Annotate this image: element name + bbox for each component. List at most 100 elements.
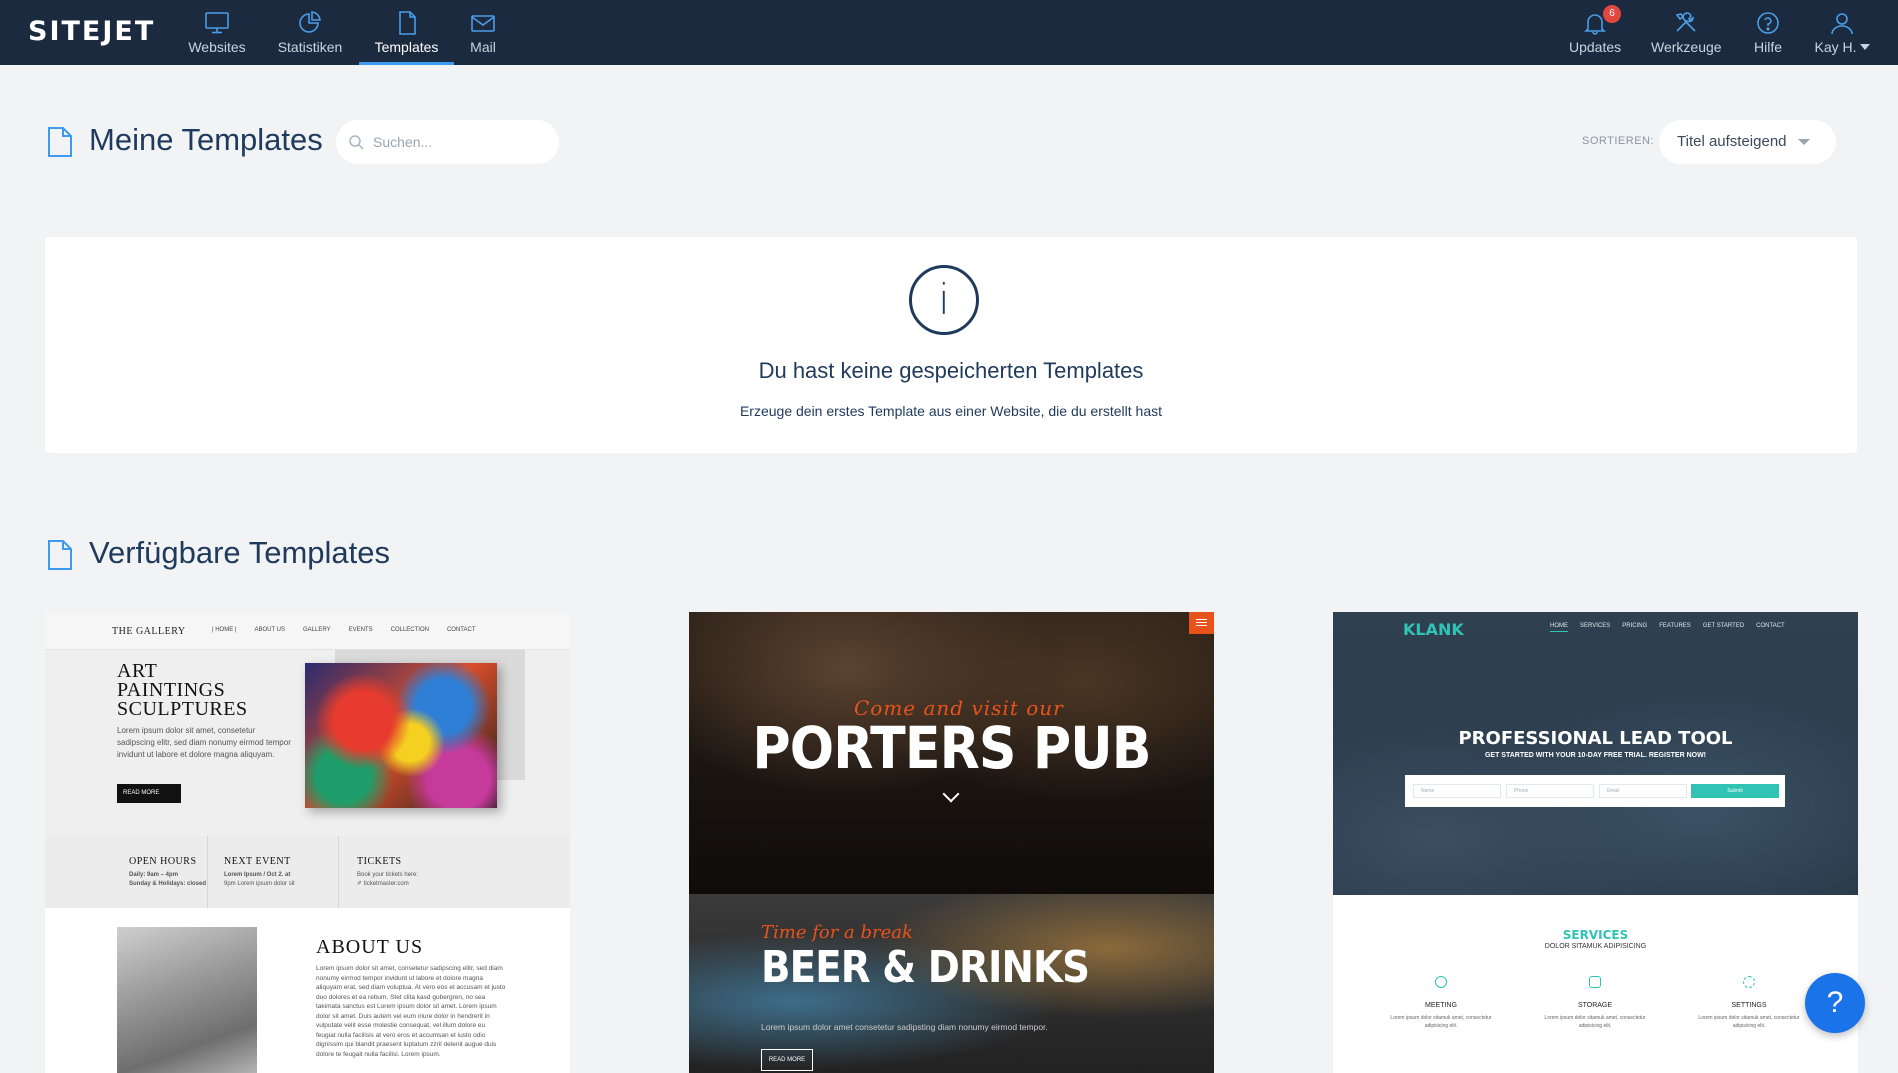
mail-icon bbox=[471, 15, 495, 32]
nav-statistiken[interactable]: Statistiken bbox=[276, 0, 344, 65]
nav-user-menu[interactable]: Kay H. bbox=[1813, 0, 1871, 65]
hamburger-menu-icon bbox=[1189, 612, 1214, 634]
klank-feature-text: Lorem ipsum dolor sitamuk amet, consecte… bbox=[1390, 1015, 1492, 1029]
gallery-link: COLLECTION bbox=[390, 627, 429, 633]
klank-feature: MEETING Lorem ipsum dolor sitamuk amet, … bbox=[1386, 976, 1496, 1030]
pub-text: Lorem ipsum dolor amet consetetur sadips… bbox=[761, 1022, 1048, 1032]
klank-field-phone: Phone bbox=[1506, 784, 1594, 798]
info-col: OPEN HOURS Daily: 9am – 4pm Sunday & Holi… bbox=[45, 836, 208, 908]
klank-feature: STORAGE Lorem ipsum dolor sitamuk amet, … bbox=[1540, 976, 1650, 1030]
sort-value: Titel aufsteigend bbox=[1677, 133, 1787, 150]
info-line: Sunday & Holidays: closed bbox=[129, 881, 207, 887]
gallery-read-more: READ MORE bbox=[117, 784, 181, 803]
gallery-link: CONTACT bbox=[446, 627, 476, 633]
pub-title: PORTERS PUB bbox=[752, 714, 1151, 782]
help-button[interactable]: ? bbox=[1805, 973, 1865, 1033]
monitor-icon bbox=[205, 12, 229, 34]
help-circle-icon bbox=[1757, 12, 1779, 34]
updates-badge: 6 bbox=[1603, 5, 1621, 23]
painting-image bbox=[305, 663, 497, 808]
info-col-text: Lorem Ipsum / Oct 2. at 9pm Lorem ipsum d… bbox=[224, 871, 314, 889]
pub-read-more: READ MORE bbox=[761, 1049, 813, 1071]
document-icon bbox=[48, 127, 72, 157]
gallery-link: GALLERY bbox=[303, 627, 331, 633]
klank-logo: KLANK bbox=[1403, 620, 1464, 639]
search-input[interactable] bbox=[336, 120, 559, 164]
info-icon-glyph: i bbox=[938, 275, 950, 324]
nav-updates-label: Updates bbox=[1569, 39, 1622, 55]
section-title: Verfügbare Templates bbox=[89, 535, 391, 570]
sitejet-logo[interactable]: SITEJET bbox=[28, 16, 155, 47]
klank-form: Name Phone Email Submit bbox=[1405, 775, 1785, 807]
klank-feature-text: Lorem ipsum dolor sitamuk amet, consecte… bbox=[1698, 1015, 1800, 1029]
tools-icon bbox=[1675, 12, 1696, 32]
gallery-link: ABOUT US bbox=[254, 627, 286, 633]
nav-websites[interactable]: Websites bbox=[188, 0, 246, 65]
nav-templates[interactable]: Templates bbox=[359, 0, 454, 65]
klank-title: PROFESSIONAL LEAD TOOL bbox=[1458, 728, 1733, 749]
klank-feature-title: STORAGE bbox=[1577, 1002, 1613, 1009]
pub-script-text-2: Time for a break bbox=[761, 922, 913, 943]
empty-state-title: Du hast keine gespeicherten Templates bbox=[758, 358, 1144, 383]
gallery-about-title: ABOUT US bbox=[316, 936, 424, 958]
gallery-hero-text: Lorem ipsum dolor sit amet, consetetur s… bbox=[117, 726, 291, 759]
info-line: 9pm Lorem ipsum dolor sit bbox=[224, 881, 295, 887]
chevron-down-icon bbox=[1859, 44, 1870, 50]
klank-feature-title: SETTINGS bbox=[1731, 1002, 1767, 1009]
gallery-link: EVENTS bbox=[348, 627, 373, 633]
klank-link: SERVICES bbox=[1580, 623, 1611, 629]
document-icon bbox=[48, 540, 72, 570]
klank-link: HOME bbox=[1550, 623, 1568, 632]
gallery-info-bar: OPEN HOURS Daily: 9am – 4pm Sunday & Holi… bbox=[45, 836, 570, 908]
lightbulb-icon bbox=[1435, 976, 1447, 988]
gallery-link: | HOME | bbox=[212, 627, 237, 633]
klank-link: CONTACT bbox=[1756, 623, 1785, 629]
klank-link: PRICING bbox=[1622, 623, 1648, 629]
template-card-klank[interactable]: KLANK HOME SERVICES PRICING FEATURES GET STA… bbox=[1333, 612, 1858, 1073]
info-line: ✐ ticketmaster.com bbox=[357, 881, 409, 887]
statue-image bbox=[117, 927, 257, 1073]
klank-feature-text: Lorem ipsum dolor sitamuk amet, consecte… bbox=[1544, 1015, 1646, 1029]
nav-mail-label: Mail bbox=[470, 39, 496, 55]
info-col-text: Daily: 9am – 4pm Sunday & Holidays: close… bbox=[129, 871, 219, 889]
sort-dropdown[interactable]: Titel aufsteigend bbox=[1659, 120, 1836, 164]
klank-services-subtitle: DOLOR SITAMUK ADIPISICING bbox=[1544, 943, 1647, 950]
pub-title-2: BEER & DRINKS bbox=[761, 942, 1090, 993]
info-col-title: OPEN HOURS bbox=[129, 856, 197, 867]
nav-user-label: Kay H. bbox=[1814, 39, 1857, 55]
nav-hilfe-label: Hilfe bbox=[1753, 39, 1782, 55]
page-title: Meine Templates bbox=[89, 122, 323, 157]
klank-submit: Submit bbox=[1691, 784, 1779, 798]
document-icon bbox=[398, 11, 416, 35]
info-line: Book your tickets here: bbox=[357, 872, 419, 878]
chevron-down-icon bbox=[1798, 139, 1810, 145]
template-card-porters-pub[interactable]: Come and visit our PORTERS PUB Time for … bbox=[689, 612, 1214, 1073]
info-col-title: TICKETS bbox=[357, 856, 402, 867]
nav-mail[interactable]: Mail bbox=[467, 0, 499, 65]
gear-icon bbox=[1743, 976, 1755, 988]
gallery-about-text: Lorem ipsum dolor sit amet, consetetur s… bbox=[316, 965, 506, 1058]
klank-services-title: SERVICES bbox=[1562, 928, 1629, 942]
nav-statistiken-label: Statistiken bbox=[277, 39, 343, 55]
sort-label: SORTIEREN: bbox=[1582, 135, 1655, 147]
gallery-links: | HOME | ABOUT US GALLERY EVENTS COLLECTION C… bbox=[212, 627, 494, 633]
briefcase-icon bbox=[1589, 976, 1601, 988]
klank-link: FEATURES bbox=[1659, 623, 1691, 629]
nav-werkzeuge[interactable]: Werkzeuge bbox=[1651, 0, 1722, 65]
nav-werkzeuge-label: Werkzeuge bbox=[1651, 39, 1722, 55]
nav-hilfe[interactable]: Hilfe bbox=[1750, 0, 1786, 65]
info-col: TICKETS Book your tickets here: ✐ ticketm… bbox=[339, 836, 570, 908]
klank-subtitle: GET STARTED WITH YOUR 10-DAY FREE TRIAL.… bbox=[1484, 752, 1707, 759]
klank-field-email: Email bbox=[1599, 784, 1687, 798]
template-card-gallery[interactable]: THE GALLERY | HOME | ABOUT US GALLERY EVENT… bbox=[45, 612, 570, 1073]
klank-link: GET STARTED bbox=[1702, 623, 1745, 629]
gallery-headline: ART PAINTINGS SCULPTURES bbox=[117, 661, 248, 719]
nav-updates[interactable]: 6 Updates bbox=[1569, 0, 1621, 65]
klank-field-name: Name bbox=[1413, 784, 1501, 798]
info-col-text: Book your tickets here: ✐ ticketmaster.co… bbox=[357, 871, 447, 889]
top-navbar: SITEJET Websites Statistiken Templates M… bbox=[0, 0, 1898, 65]
klank-feature: SETTINGS Lorem ipsum dolor sitamuk amet,… bbox=[1694, 976, 1804, 1030]
nav-websites-label: Websites bbox=[188, 39, 246, 55]
klank-links: HOME SERVICES PRICING FEATURES GET STARTED CO… bbox=[1550, 623, 1797, 632]
pie-chart-icon bbox=[299, 11, 321, 33]
